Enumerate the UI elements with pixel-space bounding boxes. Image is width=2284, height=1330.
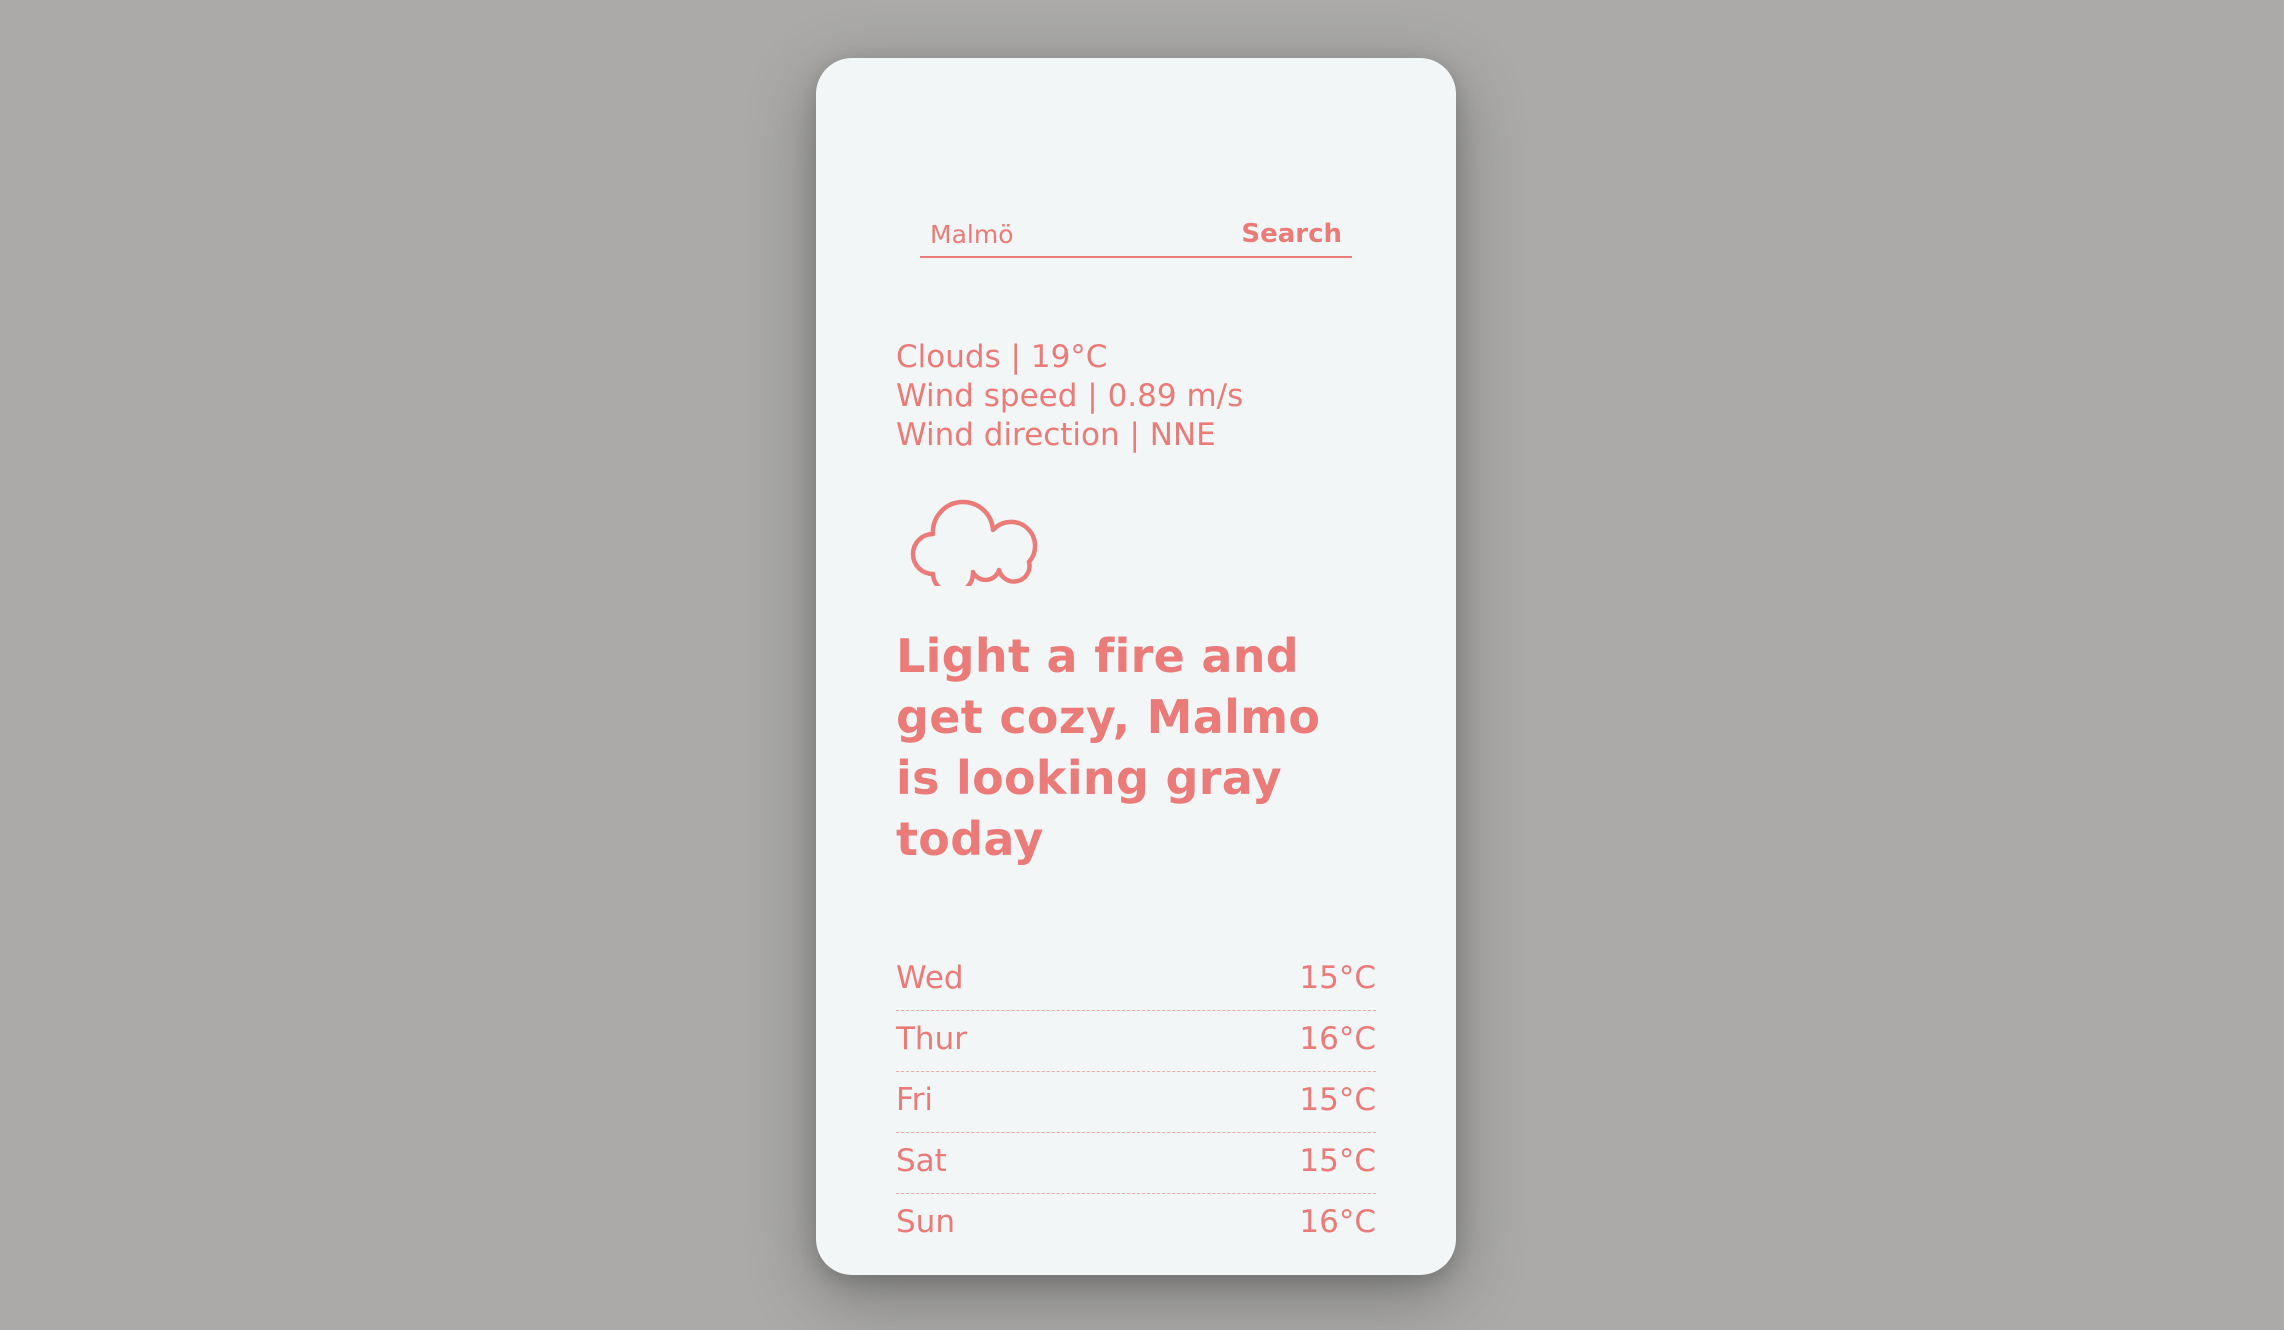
search-bar: Search [920,158,1352,258]
condition-text: Clouds | 19°C [896,339,1108,375]
forecast-row: Thur 16°C [896,1011,1376,1072]
forecast-day: Sun [896,1204,955,1240]
cloud-icon [910,499,1038,586]
weather-card: Search Clouds | 19°C Wind speed | 0.89 m… [816,58,1456,1275]
forecast-day: Thur [896,1021,967,1057]
forecast-temp: 15°C [1299,1143,1376,1179]
forecast-row: Fri 15°C [896,1072,1376,1133]
forecast-day: Wed [896,960,964,996]
forecast-temp: 16°C [1299,1021,1376,1057]
headline: Light a fire and get cozy, Malmo is look… [896,629,1321,866]
search-button[interactable]: Search [1241,214,1342,254]
wind-direction-text: Wind direction | NNE [896,417,1216,453]
forecast-list: Wed 15°C Thur 16°C Fri 15°C Sat 15°C Sun… [896,950,1376,1255]
forecast-temp: 16°C [1299,1204,1376,1240]
forecast-temp: 15°C [1299,1082,1376,1118]
forecast-row: Sun 16°C [896,1194,1376,1255]
search-input[interactable] [920,214,1220,254]
forecast-day: Sat [896,1143,947,1179]
forecast-row: Sat 15°C [896,1133,1376,1194]
forecast-temp: 15°C [1299,960,1376,996]
current-weather: Clouds | 19°C Wind speed | 0.89 m/s Wind… [896,338,1416,455]
forecast-day: Fri [896,1082,933,1118]
forecast-row: Wed 15°C [896,950,1376,1011]
wind-speed-text: Wind speed | 0.89 m/s [896,378,1244,414]
